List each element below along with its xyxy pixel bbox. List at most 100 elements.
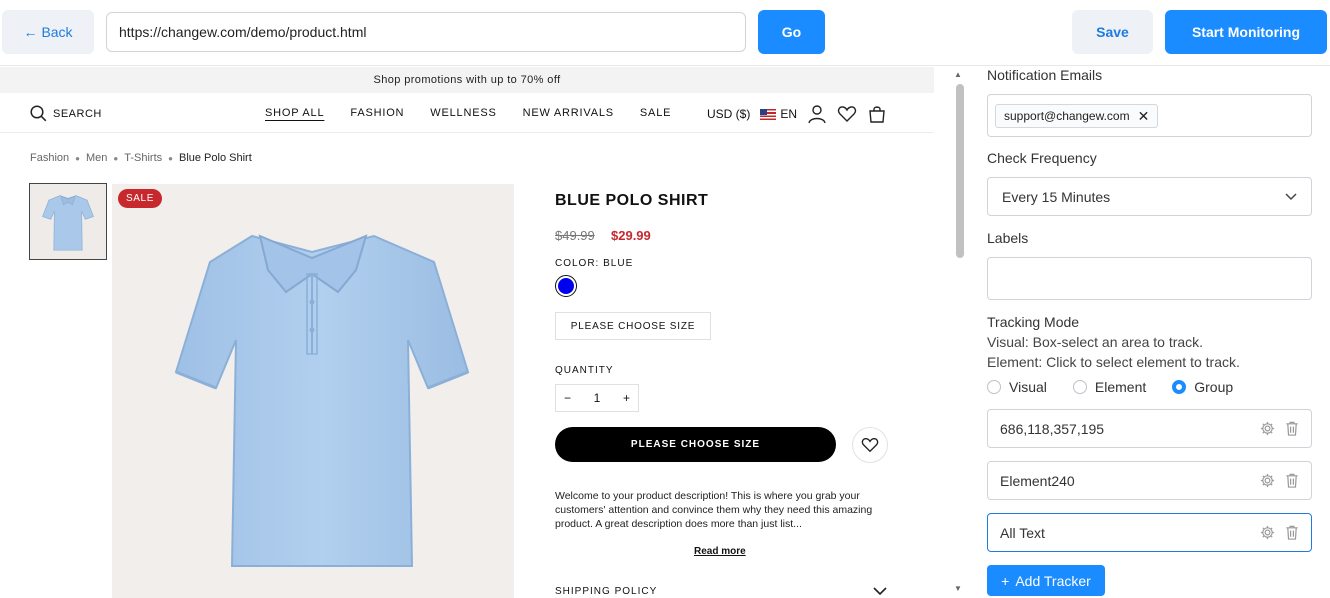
- nav-link-fashion[interactable]: FASHION: [350, 107, 404, 119]
- remove-email-icon[interactable]: ✕: [1138, 108, 1150, 125]
- add-tracker-button[interactable]: + Add Tracker: [987, 565, 1105, 596]
- page-preview: Shop promotions with up to 70% off SEARC…: [0, 67, 934, 598]
- shipping-policy-label: SHIPPING POLICY: [555, 586, 658, 597]
- top-toolbar: ← Back Go Save Start Monitoring: [0, 0, 1330, 66]
- plus-icon: +: [1001, 572, 1010, 589]
- gear-icon[interactable]: [1260, 421, 1275, 436]
- notification-emails-label: Notification Emails: [987, 67, 1103, 83]
- gear-icon[interactable]: [1260, 525, 1275, 540]
- heart-icon: [861, 438, 879, 453]
- radio-visual[interactable]: Visual: [987, 379, 1047, 395]
- back-button-label: Back: [41, 24, 73, 40]
- nav-links: SHOP ALL FASHION WELLNESS NEW ARRIVALS S…: [265, 107, 671, 119]
- tracker-actions: [1260, 525, 1299, 540]
- read-more-link[interactable]: Read more: [694, 546, 746, 557]
- tracker-label: 686,118,357,195: [1000, 420, 1105, 437]
- trash-icon[interactable]: [1285, 525, 1299, 540]
- original-price: $49.99: [555, 228, 595, 243]
- chevron-down-icon: [1285, 192, 1297, 200]
- breadcrumb-item[interactable]: Fashion: [30, 152, 69, 164]
- tracker-item[interactable]: Element240: [987, 461, 1312, 500]
- back-button[interactable]: ← Back: [2, 10, 94, 54]
- email-chip: support@changew.com ✕: [995, 104, 1159, 128]
- quantity-increase-button[interactable]: +: [623, 391, 630, 405]
- start-monitoring-button[interactable]: Start Monitoring: [1165, 10, 1327, 54]
- sale-badge: SALE: [118, 189, 162, 208]
- scroll-up-arrow-icon[interactable]: ▲: [954, 70, 962, 79]
- swatch-fill: [558, 278, 574, 294]
- element-mode-help: Element: Click to select element to trac…: [987, 354, 1240, 370]
- user-icon[interactable]: [807, 104, 827, 124]
- polo-shirt-image: [174, 234, 470, 567]
- shopping-bag-icon[interactable]: [867, 104, 887, 124]
- breadcrumb-current: Blue Polo Shirt: [178, 152, 252, 164]
- tracker-actions: [1260, 421, 1299, 436]
- radio-element[interactable]: Element: [1072, 379, 1147, 395]
- nav-link-sale[interactable]: SALE: [640, 107, 671, 119]
- radio-label: Group: [1194, 379, 1234, 395]
- settings-panel: Notification Emails support@changew.com …: [970, 67, 1330, 598]
- search-label: SEARCH: [53, 107, 102, 120]
- quantity-label: QUANTITY: [555, 365, 614, 376]
- shipping-policy-accordion[interactable]: SHIPPING POLICY: [555, 586, 887, 597]
- radio-label: Visual: [1009, 379, 1047, 395]
- tracker-item-active[interactable]: All Text: [987, 513, 1312, 552]
- product-main-image[interactable]: [112, 184, 514, 598]
- email-chip-label: support@changew.com: [1004, 109, 1130, 123]
- labels-input[interactable]: [987, 257, 1312, 300]
- arrow-left-icon: ←: [23, 24, 38, 40]
- tracker-label: All Text: [1000, 524, 1045, 541]
- quantity-stepper: − 1 +: [555, 384, 639, 412]
- breadcrumb-separator: ●: [168, 153, 173, 163]
- add-to-cart-button[interactable]: PLEASE CHOOSE SIZE: [555, 427, 836, 462]
- tracker-label: Element240: [1000, 472, 1075, 489]
- save-button[interactable]: Save: [1072, 10, 1153, 54]
- product-description: Welcome to your product description! Thi…: [555, 490, 873, 530]
- scrollbar-thumb[interactable]: [956, 84, 964, 258]
- go-button[interactable]: Go: [758, 10, 825, 54]
- color-label: COLOR: BLUE: [555, 258, 634, 269]
- radio-group[interactable]: Group: [1172, 379, 1233, 395]
- product-title: BLUE POLO SHIRT: [555, 192, 709, 209]
- trash-icon[interactable]: [1285, 473, 1299, 488]
- tracker-item[interactable]: 686,118,357,195: [987, 409, 1312, 448]
- quantity-value: 1: [593, 391, 601, 405]
- language-selector[interactable]: EN: [760, 107, 797, 121]
- radio-button: [987, 380, 1001, 394]
- tracker-actions: [1260, 473, 1299, 488]
- currency-selector[interactable]: USD ($): [707, 107, 750, 121]
- breadcrumb-item[interactable]: Men: [86, 152, 107, 164]
- breadcrumb-separator: ●: [113, 153, 119, 163]
- quantity-decrease-button[interactable]: −: [564, 391, 571, 405]
- breadcrumb-separator: ●: [75, 153, 80, 163]
- color-swatch-blue[interactable]: [555, 275, 577, 297]
- nav-link-shop-all[interactable]: SHOP ALL: [265, 107, 324, 119]
- notification-emails-field[interactable]: support@changew.com ✕: [987, 94, 1312, 137]
- heart-icon[interactable]: [837, 104, 857, 124]
- breadcrumb-item[interactable]: T-Shirts: [124, 152, 162, 164]
- labels-label: Labels: [987, 230, 1029, 246]
- radio-label: Element: [1094, 379, 1147, 395]
- search-icon: [30, 105, 47, 122]
- search-link[interactable]: SEARCH: [30, 105, 102, 122]
- product-thumbnail[interactable]: [29, 183, 107, 260]
- promo-banner: Shop promotions with up to 70% off: [0, 67, 934, 93]
- scroll-down-arrow-icon[interactable]: ▼: [954, 584, 962, 593]
- nav-utilities: USD ($) EN: [707, 104, 887, 124]
- wishlist-button[interactable]: [852, 427, 888, 463]
- store-nav: SEARCH SHOP ALL FASHION WELLNESS NEW ARR…: [0, 93, 934, 133]
- choose-size-button[interactable]: PLEASE CHOOSE SIZE: [555, 312, 711, 340]
- nav-link-new-arrivals[interactable]: NEW ARRIVALS: [523, 107, 614, 119]
- tracking-mode-radio-group: Visual Element Group: [987, 379, 1233, 395]
- check-frequency-value: Every 15 Minutes: [1002, 188, 1111, 205]
- nav-link-wellness[interactable]: WELLNESS: [430, 107, 496, 119]
- add-tracker-label: Add Tracker: [1015, 572, 1091, 589]
- url-input[interactable]: [106, 12, 746, 52]
- gear-icon[interactable]: [1260, 473, 1275, 488]
- sale-price: $29.99: [611, 228, 651, 243]
- check-frequency-select[interactable]: Every 15 Minutes: [987, 177, 1312, 216]
- language-label: EN: [780, 107, 798, 121]
- radio-button-selected: [1172, 380, 1187, 394]
- tracking-mode-label: Tracking Mode: [987, 314, 1080, 330]
- trash-icon[interactable]: [1285, 421, 1299, 436]
